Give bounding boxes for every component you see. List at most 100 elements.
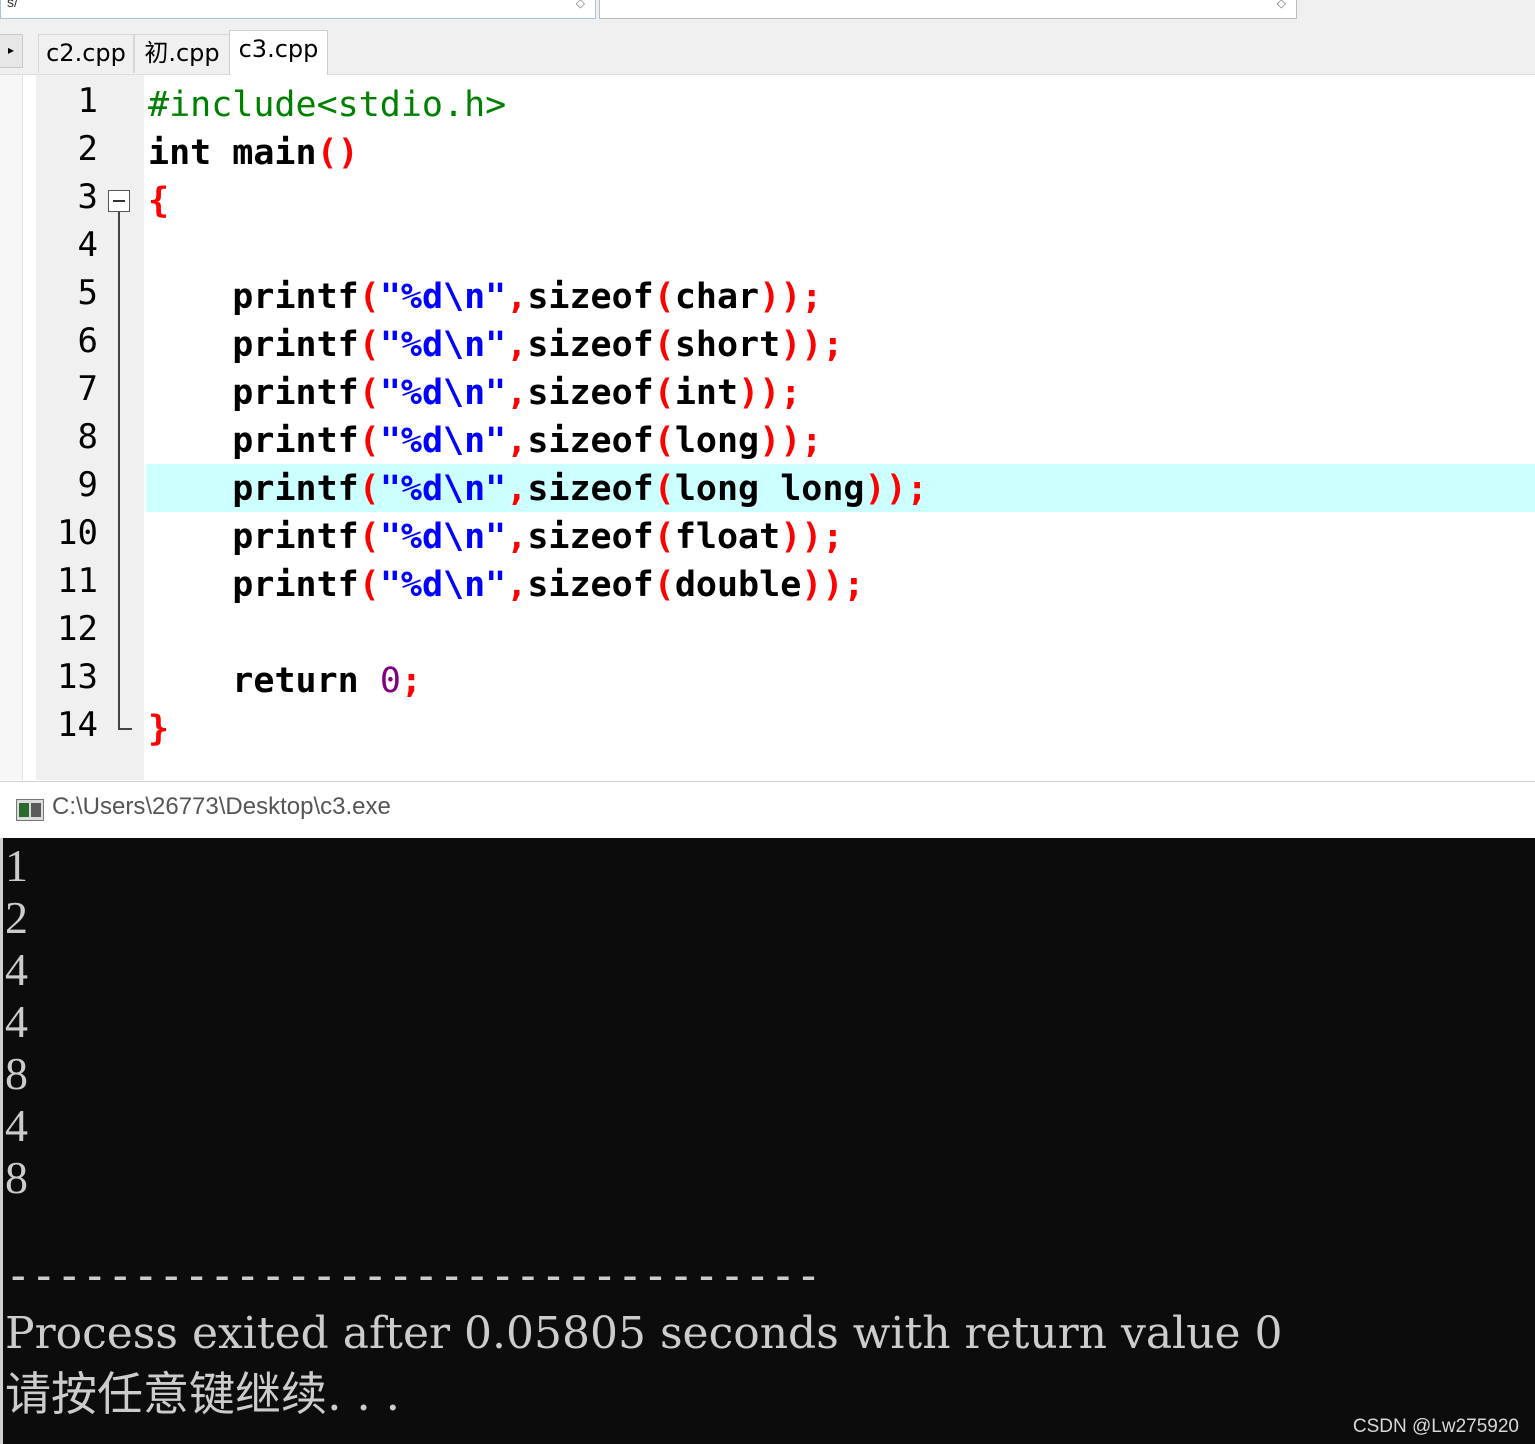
- fold-guide-line: [118, 212, 120, 730]
- line-number: 13: [57, 657, 98, 697]
- open-paren: (: [653, 277, 675, 317]
- open-paren: (: [358, 373, 380, 413]
- console-title-bar[interactable]: C:\Users\26773\Desktop\c3.exe: [0, 781, 1535, 839]
- function-name: main: [211, 133, 317, 173]
- printf-call: printf: [232, 325, 359, 365]
- file-tab-bar: ▸ c2.cpp 初.cpp c3.cpp: [0, 30, 1535, 75]
- output-line: 8: [5, 1048, 28, 1099]
- close-parens-semicolon: ));: [780, 517, 844, 557]
- code-line-2: int main(): [148, 129, 359, 177]
- type-name: int: [674, 373, 739, 413]
- sizeof-keyword: sizeof: [527, 277, 654, 317]
- format-string: "%d\n": [379, 565, 507, 605]
- fold-collapse-icon[interactable]: [108, 190, 130, 212]
- line-number: 11: [57, 561, 98, 601]
- process-exit-message: Process exited after 0.05805 seconds wit…: [5, 1308, 1283, 1359]
- open-paren: (: [653, 565, 675, 605]
- tab-chu-cpp[interactable]: 初.cpp: [134, 34, 230, 73]
- toolbar: s/ ◇ ◇: [0, 0, 1535, 30]
- tab-c3-cpp[interactable]: c3.cpp: [229, 30, 328, 75]
- open-paren: (: [653, 469, 675, 509]
- close-parens-semicolon: ));: [759, 421, 823, 461]
- code-line-11: printf("%d\n",sizeof(double));: [148, 561, 865, 609]
- open-paren: (: [358, 469, 380, 509]
- comma: ,: [506, 517, 528, 557]
- tab-scroll-arrow-icon[interactable]: ▸: [0, 34, 23, 68]
- code-line-1: #include<stdio.h>: [148, 81, 506, 129]
- chevron-down-icon[interactable]: ◇: [1277, 0, 1286, 10]
- code-line-8: printf("%d\n",sizeof(long));: [148, 417, 822, 465]
- console-app-icon: [16, 799, 44, 821]
- fold-guide-end: [118, 728, 132, 730]
- sizeof-keyword: sizeof: [527, 373, 654, 413]
- comma: ,: [506, 469, 528, 509]
- line-number: 7: [77, 369, 98, 409]
- printf-call: printf: [232, 373, 359, 413]
- code-line-7: printf("%d\n",sizeof(int));: [148, 369, 801, 417]
- close-parens-semicolon: ));: [801, 565, 865, 605]
- code-line-5: printf("%d\n",sizeof(char));: [148, 273, 822, 321]
- type-name: char: [674, 277, 760, 317]
- output-line: 1: [5, 840, 28, 891]
- editor-left-margin: [0, 75, 23, 780]
- code-line-3: {: [148, 177, 169, 225]
- function-combobox[interactable]: ◇: [599, 0, 1297, 19]
- close-parens-semicolon: ));: [864, 469, 928, 509]
- console-output[interactable]: 1 2 4 4 8 4 8 --------------------------…: [0, 838, 1535, 1444]
- open-paren: (: [358, 421, 380, 461]
- comma: ,: [506, 277, 528, 317]
- code-line-9: printf("%d\n",sizeof(long long));: [148, 465, 928, 513]
- sizeof-keyword: sizeof: [527, 469, 654, 509]
- printf-call: printf: [232, 469, 359, 509]
- sizeof-keyword: sizeof: [527, 421, 654, 461]
- semicolon: ;: [400, 661, 422, 701]
- tab-label: c3.cpp: [238, 35, 319, 63]
- line-number: 4: [77, 225, 98, 265]
- code-line-13: return 0;: [148, 657, 422, 705]
- open-paren: (: [653, 373, 675, 413]
- open-paren: (: [653, 421, 675, 461]
- tab-label: c2.cpp: [46, 39, 126, 67]
- format-string: "%d\n": [379, 277, 507, 317]
- format-string: "%d\n": [379, 373, 507, 413]
- press-any-key-prompt: 请按任意键继续. . .: [5, 1367, 401, 1421]
- type-name: long long: [674, 469, 865, 509]
- comma: ,: [506, 565, 528, 605]
- format-string: "%d\n": [379, 421, 507, 461]
- tab-c2-cpp[interactable]: c2.cpp: [38, 34, 134, 73]
- line-number: 10: [57, 513, 98, 553]
- sizeof-keyword: sizeof: [527, 517, 654, 557]
- close-parens-semicolon: ));: [738, 373, 802, 413]
- printf-call: printf: [232, 517, 359, 557]
- preprocessor-include: #include<stdio.h>: [148, 85, 507, 125]
- line-number: 9: [77, 465, 98, 505]
- output-line: 2: [5, 892, 28, 943]
- line-number: 6: [77, 321, 98, 361]
- sizeof-keyword: sizeof: [527, 325, 654, 365]
- scope-combobox[interactable]: s/ ◇: [0, 0, 596, 19]
- chevron-down-icon[interactable]: ◇: [576, 0, 585, 10]
- sizeof-keyword: sizeof: [527, 565, 654, 605]
- open-paren: (: [653, 325, 675, 365]
- console-window-title: C:\Users\26773\Desktop\c3.exe: [52, 793, 391, 820]
- close-parens-semicolon: ));: [780, 325, 844, 365]
- line-number: 5: [77, 273, 98, 313]
- close-parens-semicolon: ));: [759, 277, 823, 317]
- parens: (): [316, 133, 359, 173]
- watermark: CSDN @Lw275920: [1352, 1416, 1519, 1437]
- output-line: 4: [5, 944, 28, 995]
- open-paren: (: [653, 517, 675, 557]
- line-number: 8: [77, 417, 98, 457]
- output-line: 8: [5, 1152, 28, 1203]
- close-brace: }: [148, 709, 170, 749]
- output-separator: --------------------------------: [5, 1250, 822, 1301]
- comma: ,: [506, 373, 528, 413]
- code-editor[interactable]: 1 2 3 4 5 6 7 8 9 10 11 12 13 14 #includ…: [0, 75, 1535, 780]
- output-line: 4: [5, 996, 28, 1047]
- line-number: 2: [77, 129, 98, 169]
- open-paren: (: [358, 517, 380, 557]
- code-line-6: printf("%d\n",sizeof(short));: [148, 321, 843, 369]
- line-number: 14: [57, 705, 98, 745]
- comma: ,: [506, 325, 528, 365]
- line-number: 12: [57, 609, 98, 649]
